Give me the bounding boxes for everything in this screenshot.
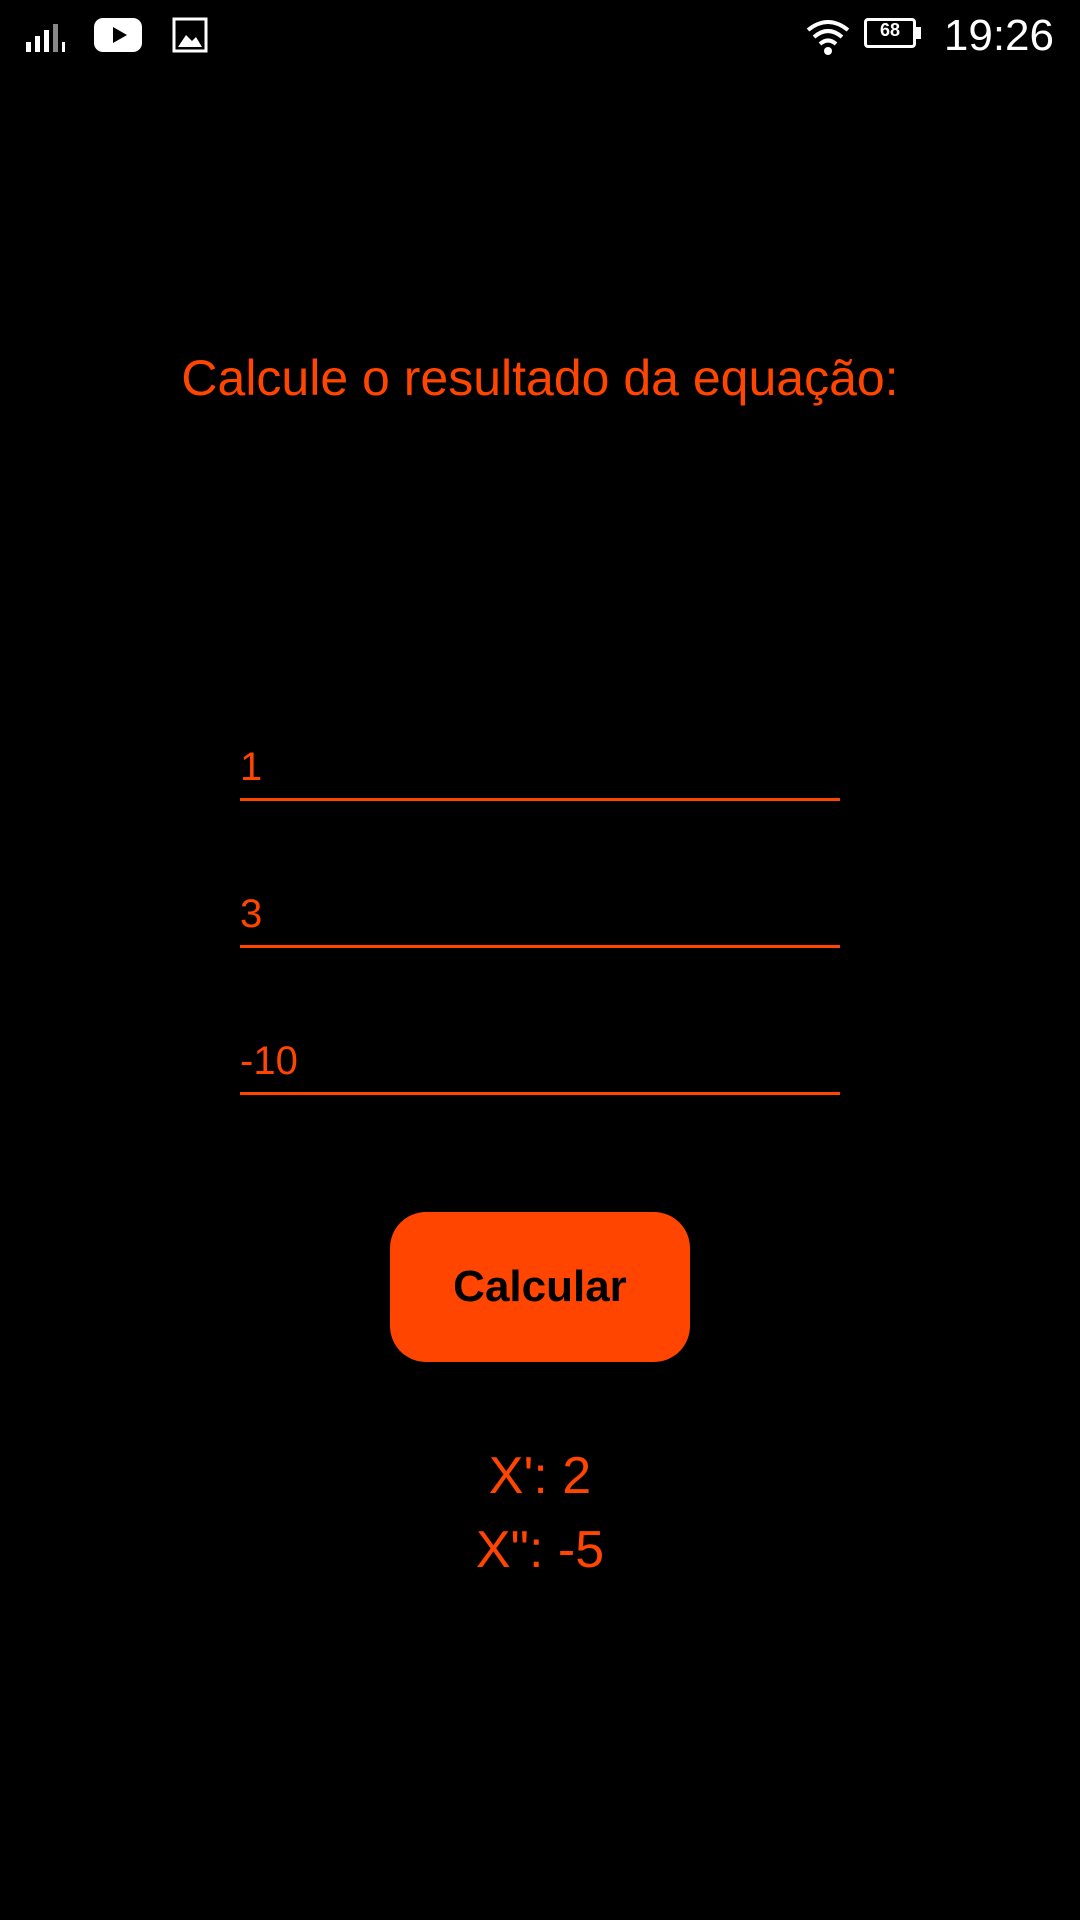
- signal-icon: [26, 24, 65, 52]
- coefficient-b-input[interactable]: [240, 892, 840, 937]
- status-bar: 68 19:26: [0, 0, 1080, 72]
- calculate-button[interactable]: Calcular: [390, 1212, 690, 1362]
- coefficient-a-field[interactable]: [240, 728, 840, 801]
- page-title: Calcule o resultado da equação:: [181, 350, 899, 406]
- coefficient-c-input[interactable]: [240, 1039, 840, 1084]
- result-x2: X": -5: [475, 1521, 605, 1579]
- gallery-icon: [172, 17, 208, 53]
- battery-icon: 68: [864, 18, 924, 52]
- status-clock: 19:26: [943, 11, 1054, 60]
- youtube-icon: [94, 18, 142, 52]
- coefficient-b-field[interactable]: [240, 875, 840, 948]
- battery-level: 68: [879, 20, 901, 40]
- wifi-icon: [806, 20, 850, 55]
- coefficient-c-field[interactable]: [240, 1022, 840, 1095]
- coefficient-a-input[interactable]: [240, 745, 840, 790]
- result-x1: X': 2: [488, 1447, 592, 1505]
